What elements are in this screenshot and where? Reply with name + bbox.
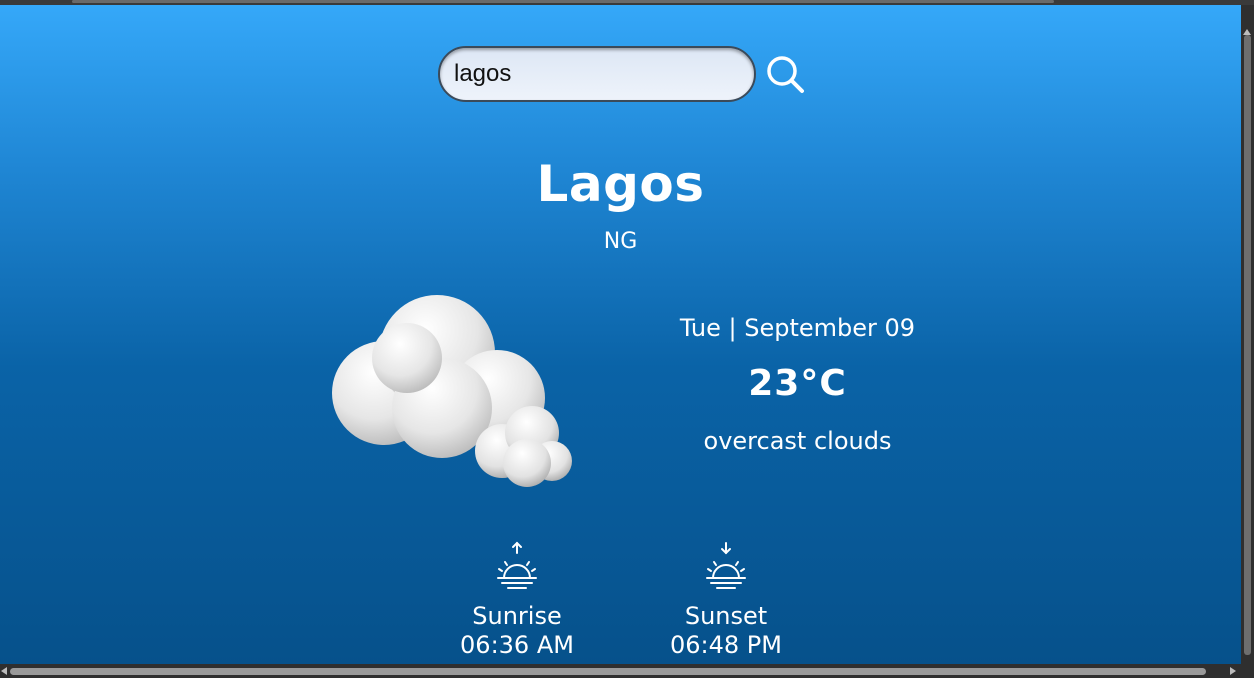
search-input[interactable]	[438, 46, 756, 102]
sunset-time: 06:48 PM	[670, 631, 782, 659]
temperature: 23°C	[748, 363, 847, 404]
search-icon	[767, 56, 804, 93]
sunrise-label: Sunrise	[472, 602, 562, 630]
search-bar	[438, 46, 804, 102]
sunset-label: Sunset	[684, 602, 768, 630]
weather-description: overcast clouds	[703, 427, 892, 455]
search-button[interactable]	[764, 53, 808, 97]
sunset-block: Sunset 06:48 PM	[646, 540, 806, 660]
country-code: NG	[603, 229, 638, 254]
scroll-right-arrow-icon[interactable]	[1230, 667, 1236, 675]
weather-app: Lagos NG Tue	[0, 5, 1241, 664]
cloud-icon	[332, 295, 572, 487]
sunrise-block: Sunrise 06:36 AM	[437, 540, 597, 660]
sunrise-icon	[497, 541, 537, 589]
horizontal-scrollbar[interactable]	[0, 664, 1254, 678]
sunrise-time: 06:36 AM	[460, 631, 574, 659]
top-scrollbar-thumb[interactable]	[72, 0, 1054, 3]
vertical-scrollbar-thumb[interactable]	[1244, 35, 1251, 655]
scroll-left-arrow-icon[interactable]	[1, 667, 7, 675]
city-name: Lagos	[536, 155, 705, 213]
date-label: Tue | September 09	[679, 314, 916, 342]
horizontal-scrollbar-thumb[interactable]	[10, 668, 1206, 675]
sunset-icon	[706, 542, 746, 589]
vertical-scrollbar[interactable]	[1241, 5, 1254, 664]
